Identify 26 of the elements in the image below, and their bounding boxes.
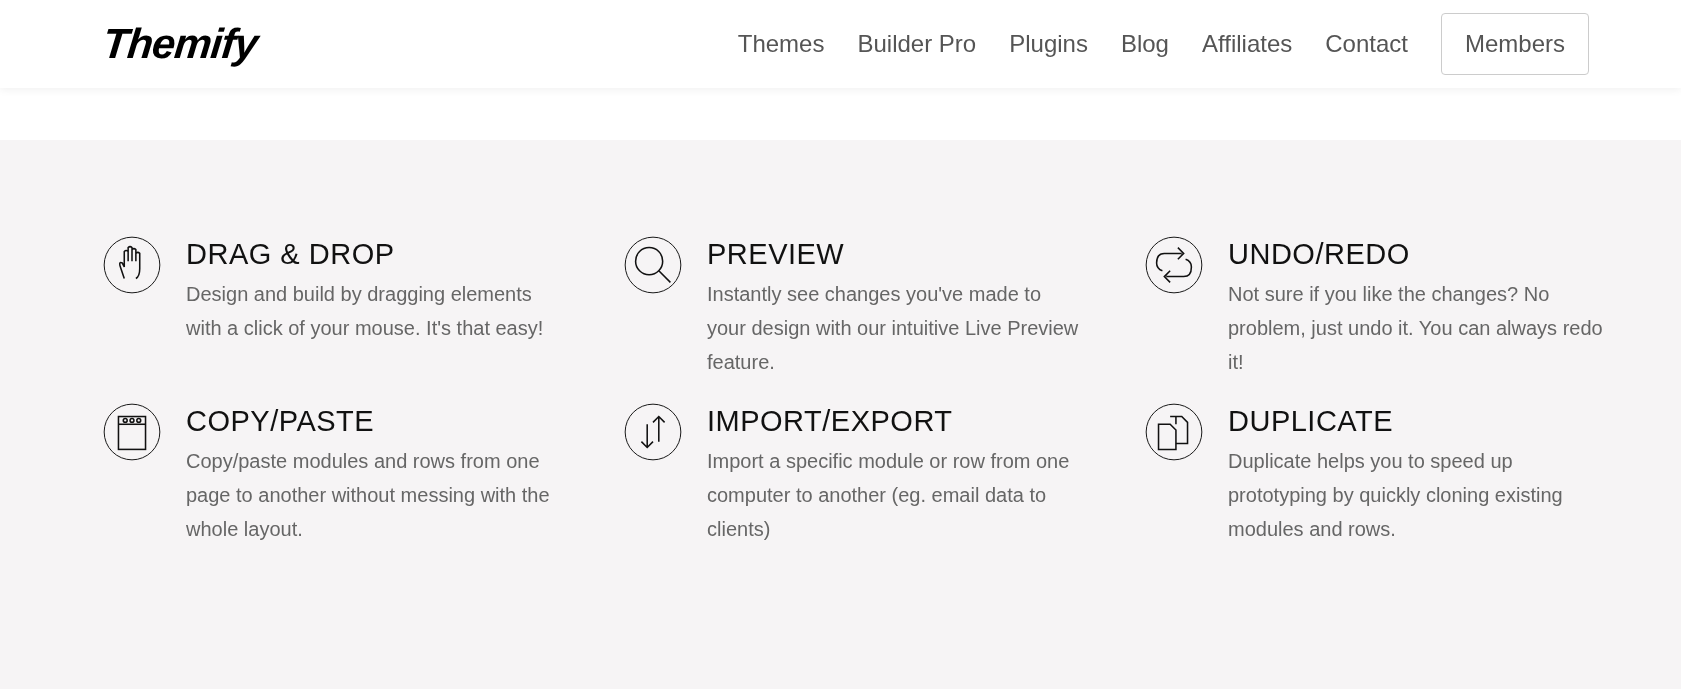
- feature-title: DRAG & DROP: [186, 238, 396, 271]
- feature-description: Duplicate helps you to speed up prototyping by quickly cloning existing modules and rows.: [1228, 449, 1564, 542]
- feature-description: Import a specific module or row from one computer to another (eg. email data to clients): [707, 449, 1071, 542]
- logo[interactable]: Themify: [100, 20, 260, 68]
- feature-description: Not sure if you like the changes? No problem, just undo it. You can always redo it!: [1228, 282, 1603, 375]
- copy-icon: [1145, 403, 1203, 461]
- nav-link[interactable]: Builder Pro: [857, 30, 977, 58]
- nav-link[interactable]: Affiliates: [1201, 30, 1293, 58]
- feature-description: Design and build by dragging elements with a click of your mouse. It's that easy!: [186, 282, 545, 341]
- members-button[interactable]: Members: [1440, 13, 1589, 75]
- nav-link[interactable]: Blog: [1120, 30, 1169, 58]
- feature-title: PREVIEW: [707, 238, 846, 271]
- feature-description: Copy/paste modules and rows from one page to another without messing with the whole layout.: [186, 449, 551, 542]
- hand-icon: [103, 236, 161, 294]
- feature-title: COPY/PASTE: [186, 405, 376, 438]
- search-icon: [624, 236, 682, 294]
- nav-link[interactable]: Contact: [1325, 30, 1408, 58]
- clipboard-icon: [103, 403, 161, 461]
- arrows-icon: [624, 403, 682, 461]
- feature-title: DUPLICATE: [1228, 405, 1395, 438]
- feature-description: Instantly see changes you've made to your design with our intuitive Live Preview feature.: [707, 282, 1080, 375]
- feature-title: IMPORT/EXPORT: [707, 405, 954, 438]
- refresh-icon: [1145, 236, 1203, 294]
- nav-link[interactable]: Themes: [737, 30, 825, 58]
- feature-title: UNDO/REDO: [1228, 238, 1411, 271]
- nav-link[interactable]: Plugins: [1009, 30, 1088, 58]
